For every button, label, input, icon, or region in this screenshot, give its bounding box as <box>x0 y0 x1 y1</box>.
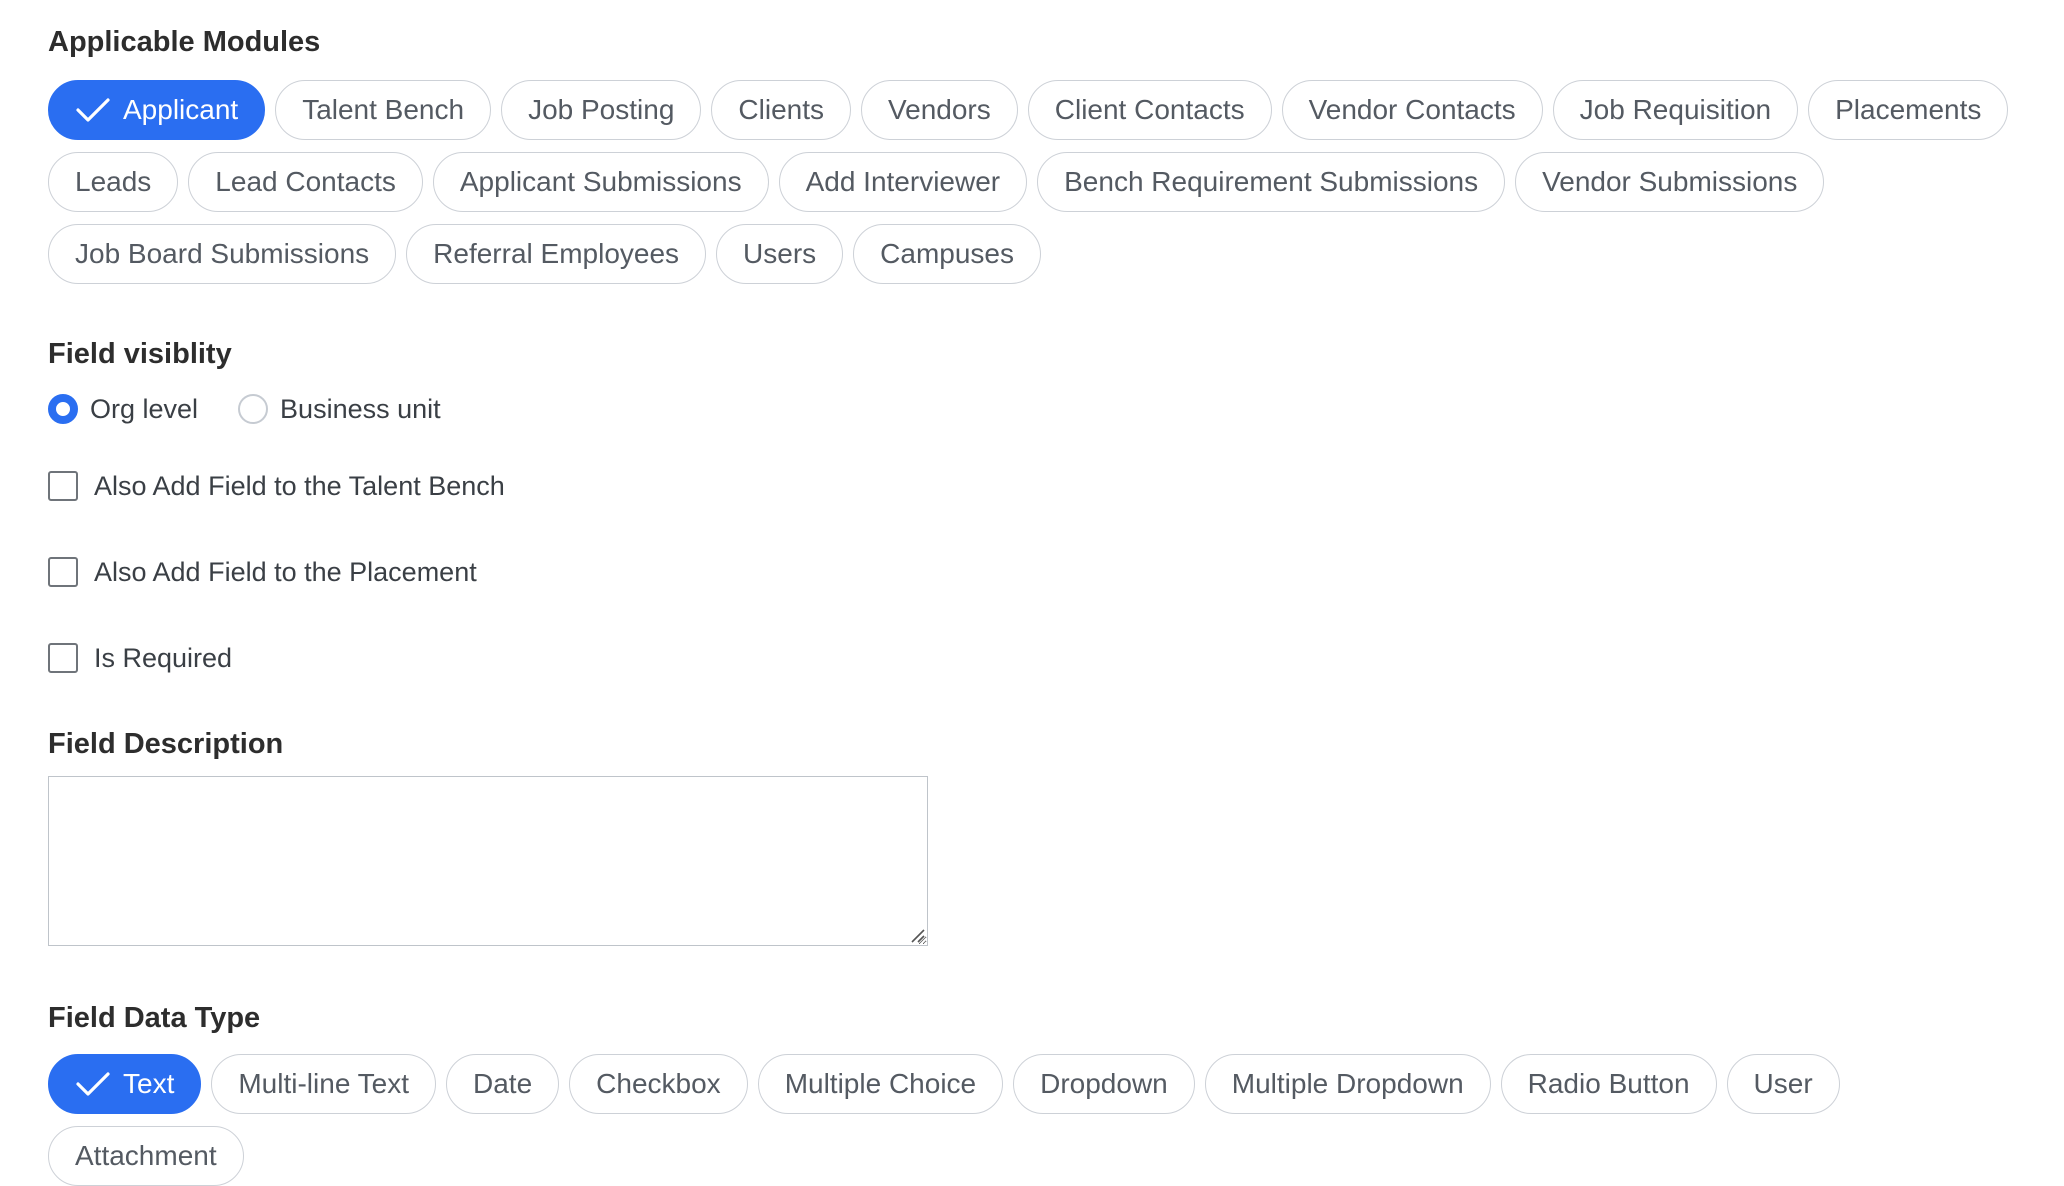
checkmark-icon <box>75 96 111 124</box>
checkbox-label: Is Required <box>94 642 233 673</box>
module-chip-job-board-submissions[interactable]: Job Board Submissions <box>48 224 397 284</box>
chip-label: Radio Button <box>1527 1068 1690 1099</box>
chip-label: Multiple Choice <box>784 1068 977 1099</box>
type-chip-multiple-choice[interactable]: Multiple Choice <box>757 1054 1004 1114</box>
chip-label: Talent Bench <box>302 94 465 125</box>
resize-grip-icon[interactable] <box>909 927 925 943</box>
radio-label: Org level <box>90 393 199 424</box>
chip-label: Clients <box>738 94 824 125</box>
chip-label: Multi-line Text <box>238 1068 410 1099</box>
chip-label: Add Interviewer <box>805 166 1001 197</box>
data-type-chip-list: Text Multi-line Text Date Checkbox Multi… <box>48 1054 2028 1186</box>
visibility-radio-group: Org level Business unit <box>48 384 2016 434</box>
field-description-textarea[interactable] <box>48 776 928 946</box>
module-chip-job-posting[interactable]: Job Posting <box>501 80 702 140</box>
module-chip-lead-contacts[interactable]: Lead Contacts <box>188 152 423 212</box>
chip-label: Lead Contacts <box>215 166 396 197</box>
checkbox-box[interactable] <box>48 557 78 587</box>
radio-selected-indicator[interactable] <box>48 394 78 424</box>
chip-label: Vendors <box>888 94 991 125</box>
chip-label: Applicant <box>123 94 239 125</box>
checkbox-box[interactable] <box>48 471 78 501</box>
module-chip-placements[interactable]: Placements <box>1808 80 2009 140</box>
chip-label: Attachment <box>75 1140 217 1171</box>
chip-label: Placements <box>1835 94 1982 125</box>
checkbox-box[interactable] <box>48 643 78 673</box>
module-chip-referral-employees[interactable]: Referral Employees <box>406 224 707 284</box>
module-chip-campuses[interactable]: Campuses <box>853 224 1041 284</box>
module-chip-clients[interactable]: Clients <box>711 80 851 140</box>
module-chip-users[interactable]: Users <box>716 224 844 284</box>
module-chip-talent-bench[interactable]: Talent Bench <box>275 80 492 140</box>
chip-label: Checkbox <box>596 1068 721 1099</box>
module-chip-client-contacts[interactable]: Client Contacts <box>1027 80 1272 140</box>
chip-label: Date <box>473 1068 533 1099</box>
radio-business-unit[interactable]: Business unit <box>238 394 441 425</box>
module-chip-list: Applicant Talent Bench Job Posting Clien… <box>48 80 2028 284</box>
radio-indicator[interactable] <box>238 394 269 424</box>
chip-label: Vendor Contacts <box>1308 94 1516 125</box>
module-chip-job-requisition[interactable]: Job Requisition <box>1552 80 1799 140</box>
module-chip-add-interviewer[interactable]: Add Interviewer <box>778 152 1028 212</box>
type-chip-dropdown[interactable]: Dropdown <box>1013 1054 1195 1114</box>
module-chip-applicant[interactable]: Applicant <box>48 80 266 140</box>
chip-label: Vendor Submissions <box>1542 166 1798 197</box>
chip-label: Leads <box>75 166 152 197</box>
checkbox-add-to-placement[interactable]: Also Add Field to the Placement <box>48 552 2016 592</box>
chip-label: Bench Requirement Submissions <box>1064 166 1479 197</box>
chip-label: User <box>1753 1068 1813 1099</box>
chip-label: Users <box>743 238 817 269</box>
module-chip-bench-requirement-submissions[interactable]: Bench Requirement Submissions <box>1037 152 1506 212</box>
type-chip-multi-line-text[interactable]: Multi-line Text <box>211 1054 437 1114</box>
field-description-title: Field Description <box>48 728 284 760</box>
checkbox-add-to-talent-bench[interactable]: Also Add Field to the Talent Bench <box>48 466 2016 506</box>
applicable-modules-title: Applicable Modules <box>48 26 321 58</box>
chip-label: Multiple Dropdown <box>1231 1068 1464 1099</box>
module-chip-vendor-submissions[interactable]: Vendor Submissions <box>1515 152 1825 212</box>
chip-label: Job Posting <box>528 94 675 125</box>
chip-label: Dropdown <box>1040 1068 1168 1099</box>
type-chip-attachment[interactable]: Attachment <box>48 1126 244 1186</box>
checkbox-is-required[interactable]: Is Required <box>48 638 2016 678</box>
module-chip-leads[interactable]: Leads <box>48 152 179 212</box>
chip-label: Text <box>123 1068 175 1099</box>
chip-label: Referral Employees <box>433 238 680 269</box>
chip-label: Job Requisition <box>1579 94 1772 125</box>
checkmark-icon <box>75 1070 111 1098</box>
checkbox-label: Also Add Field to the Talent Bench <box>94 470 505 501</box>
chip-label: Applicant Submissions <box>459 166 742 197</box>
module-chip-vendor-contacts[interactable]: Vendor Contacts <box>1281 80 1543 140</box>
type-chip-multiple-dropdown[interactable]: Multiple Dropdown <box>1204 1054 1491 1114</box>
type-chip-radio-button[interactable]: Radio Button <box>1500 1054 1717 1114</box>
module-chip-applicant-submissions[interactable]: Applicant Submissions <box>432 152 769 212</box>
type-chip-user[interactable]: User <box>1726 1054 1840 1114</box>
checkbox-label: Also Add Field to the Placement <box>94 556 477 587</box>
type-chip-date[interactable]: Date <box>446 1054 560 1114</box>
field-data-type-title: Field Data Type <box>48 1002 261 1034</box>
field-visibility-title: Field visiblity <box>48 338 232 370</box>
radio-org-level[interactable]: Org level <box>48 394 198 425</box>
chip-label: Job Board Submissions <box>75 238 370 269</box>
custom-field-form: Applicable Modules Applicant Talent Benc… <box>0 0 2064 1186</box>
type-chip-checkbox[interactable]: Checkbox <box>569 1054 748 1114</box>
module-chip-vendors[interactable]: Vendors <box>861 80 1018 140</box>
field-description-wrapper <box>48 776 928 946</box>
chip-label: Client Contacts <box>1054 94 1245 125</box>
radio-label: Business unit <box>280 393 441 424</box>
chip-label: Campuses <box>880 238 1014 269</box>
type-chip-text[interactable]: Text <box>48 1054 202 1114</box>
